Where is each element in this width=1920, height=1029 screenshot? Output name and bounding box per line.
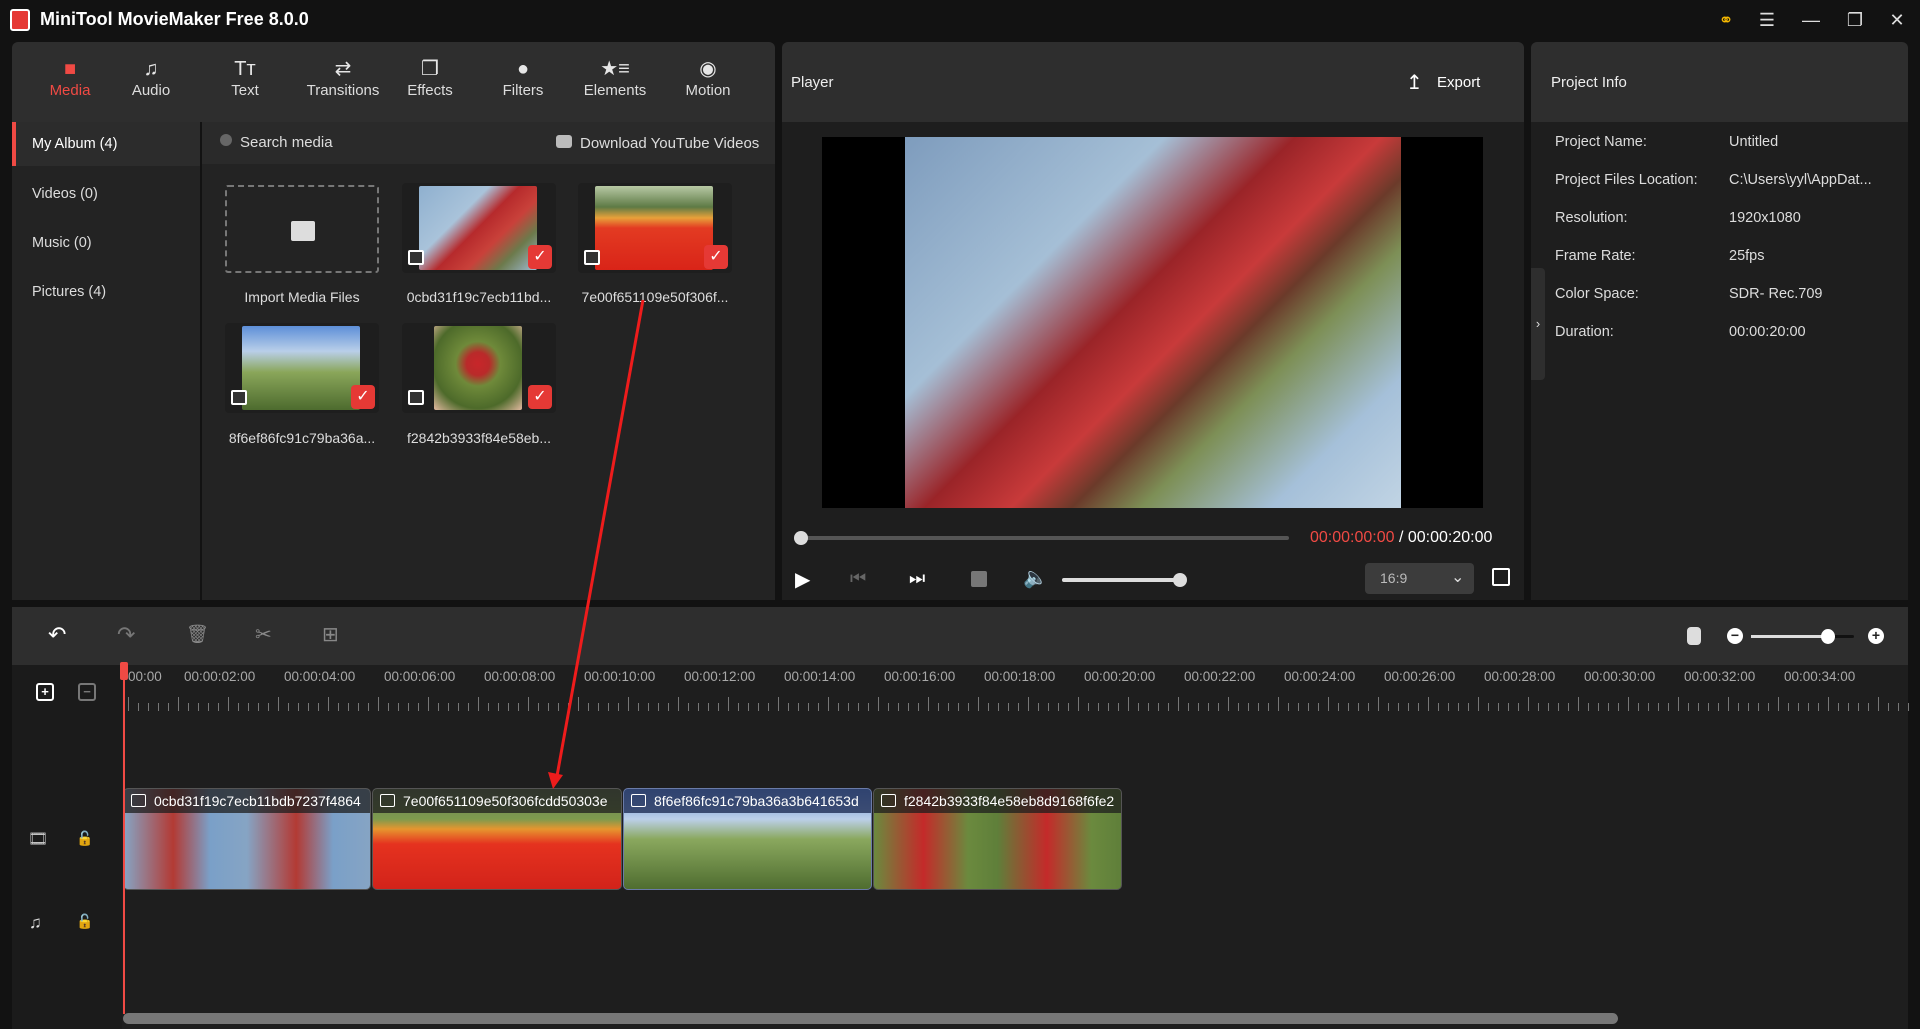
arrow-line: [555, 299, 645, 777]
arrow-head: [548, 772, 563, 789]
annotation-arrow: [548, 299, 645, 789]
